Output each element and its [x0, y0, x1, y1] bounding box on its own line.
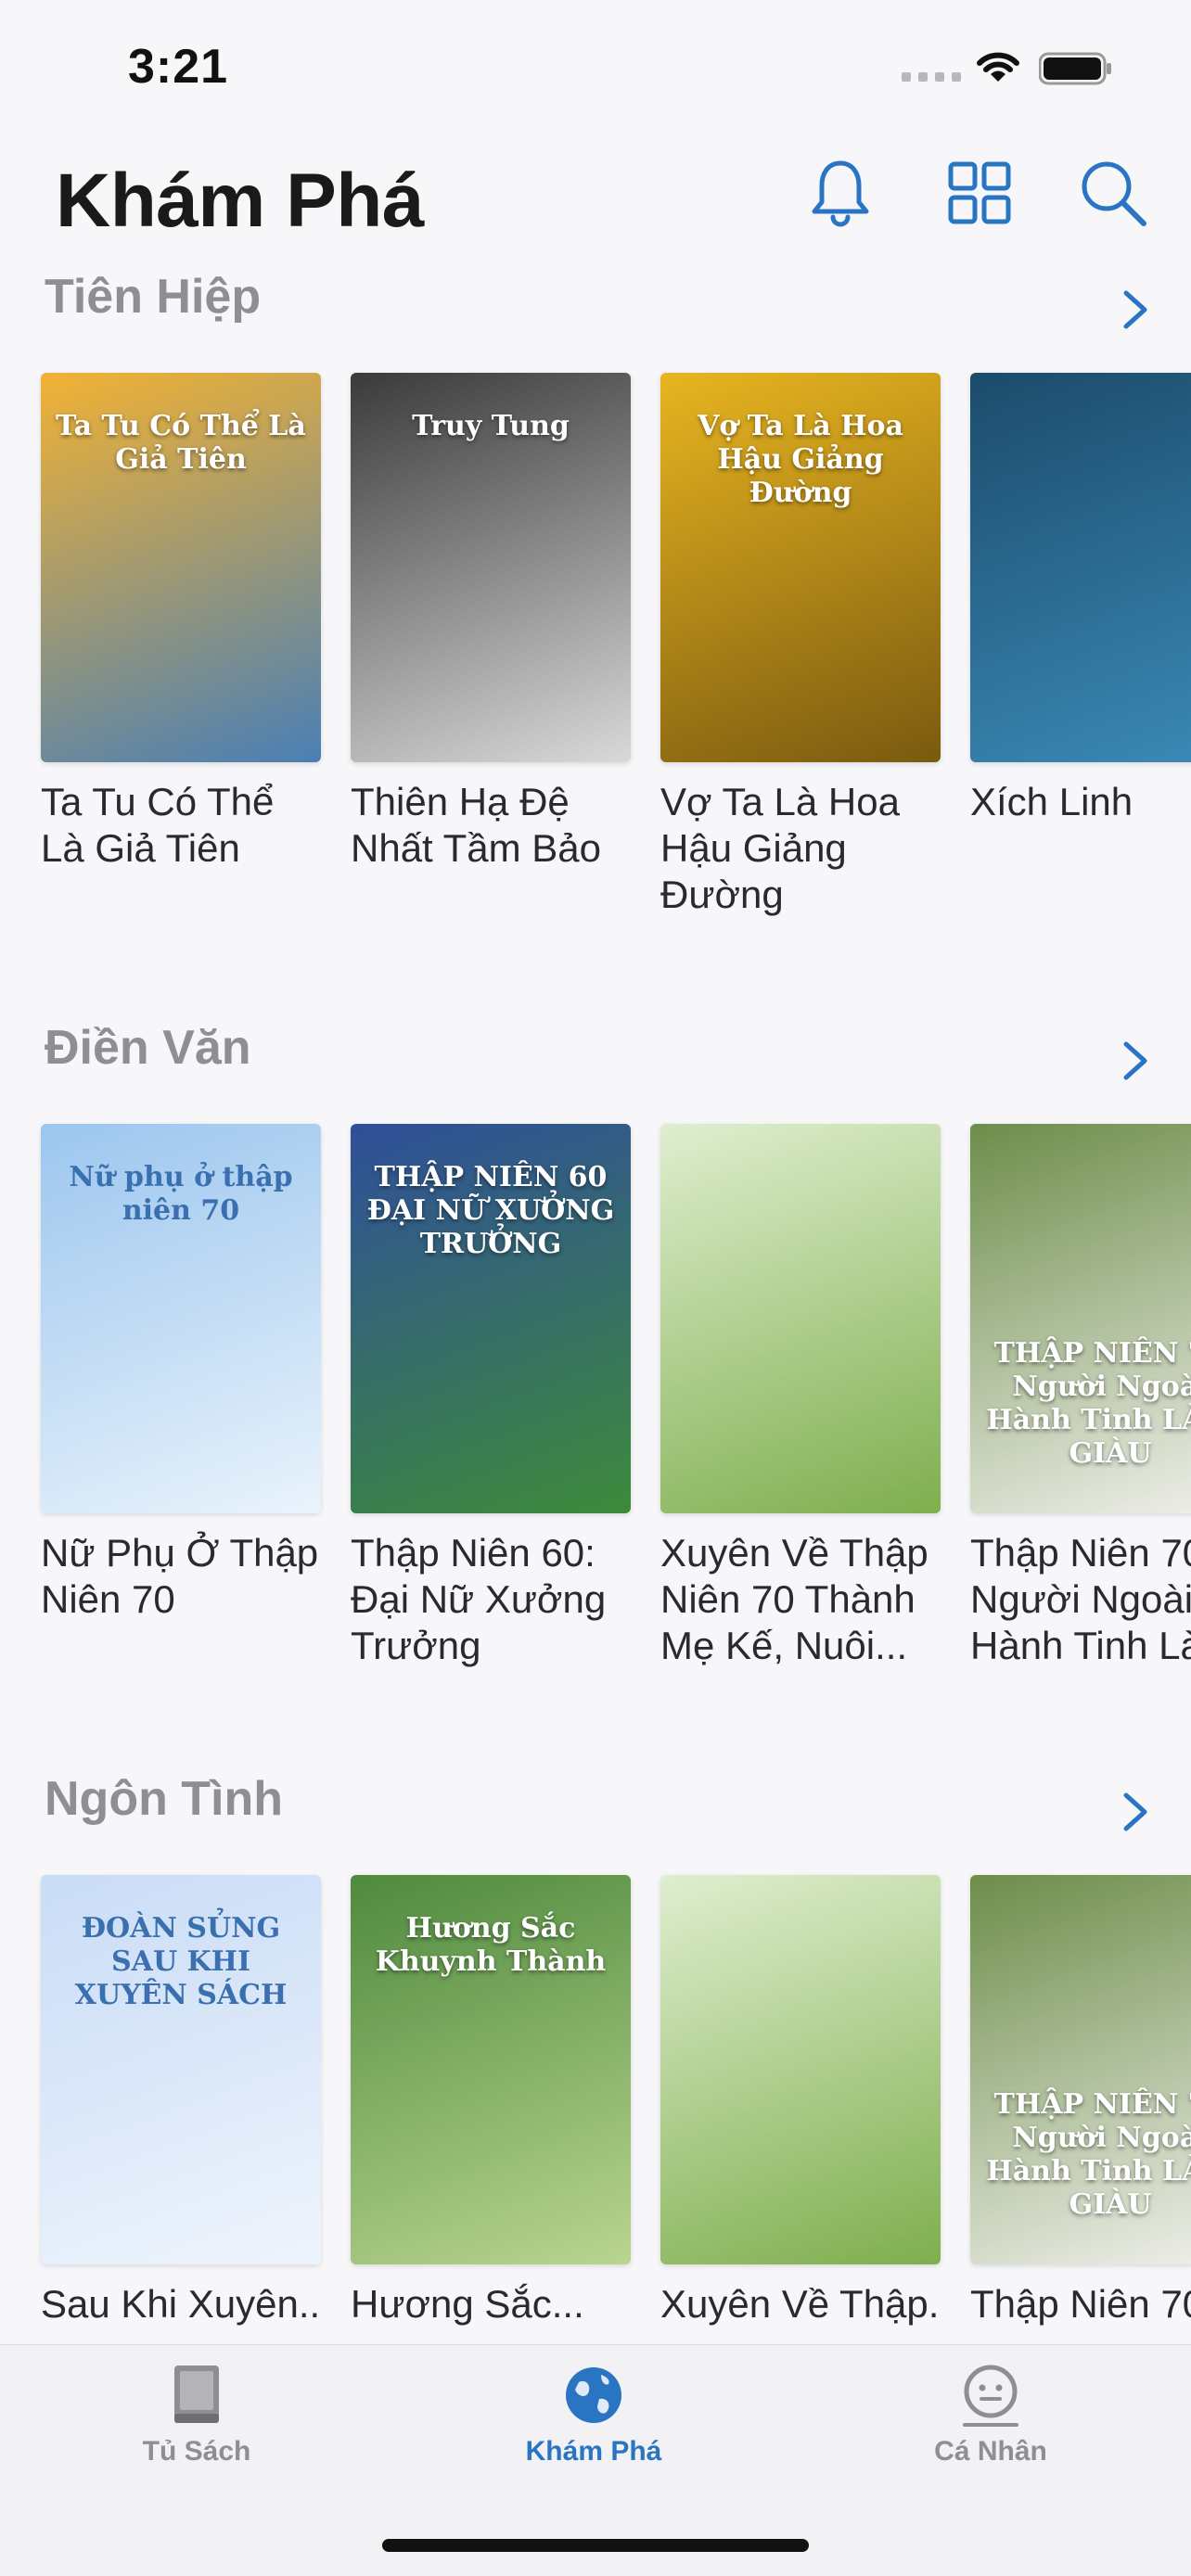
cover-title-text: THẬP NIÊN 60 ĐẠI NỮ XƯỞNG TRƯỞNG: [366, 1161, 615, 1260]
book-icon: [174, 2366, 219, 2423]
book-title[interactable]: Xuyên Về Thập...: [660, 2281, 941, 2327]
cover-title-text: ĐOÀN SỦNG SAU KHI XUYÊN SÁCH: [74, 1912, 288, 2011]
cover-title-text: Ta Tu Có Thể Là Giả Tiên: [56, 410, 306, 476]
wifi-icon: [977, 52, 1019, 82]
cover-title-text: Nữ phụ ở thập niên 70: [69, 1161, 293, 1227]
chevron-right-icon[interactable]: [1117, 1037, 1154, 1085]
book-card[interactable]: Xuyên Về Thập...: [660, 1875, 941, 2327]
battery-icon: [1039, 52, 1111, 85]
book-cover[interactable]: ĐOÀN SỦNG SAU KHI XUYÊN SÁCH: [41, 1875, 321, 2264]
book-title[interactable]: Thiên Hạ Đệ Nhất Tầm Bảo: [351, 779, 631, 872]
book-title[interactable]: Thập Niên 60: Đại Nữ Xưởng Trưởng: [351, 1530, 631, 1669]
bell-icon[interactable]: [805, 158, 876, 228]
section-2: Ngôn Tình ĐOÀN SỦNG SAU KHI XUYÊN SÁCH Sau…: [0, 1771, 1191, 2346]
grid-icon[interactable]: [944, 158, 1015, 228]
signal-icon: [902, 72, 961, 82]
book-cover[interactable]: THẬP NIÊN 70 Người Ngoài Hành Tinh LÀM G…: [970, 1875, 1191, 2264]
book-card[interactable]: Ta Tu Có Thể Là Giả Tiên Ta Tu Có Thể Là …: [41, 373, 321, 918]
book-cover[interactable]: Vợ Ta Là Hoa Hậu Giảng Đường: [660, 373, 941, 762]
section-title[interactable]: Điền Văn: [45, 1020, 251, 1076]
page-title: Khám Phá: [56, 159, 425, 243]
book-cover[interactable]: [660, 1124, 941, 1513]
book-title[interactable]: Xích Linh: [970, 779, 1191, 825]
book-cover[interactable]: Ta Tu Có Thể Là Giả Tiên: [41, 373, 321, 762]
section-0: Tiên Hiệp Ta Tu Có Thể Là Giả Tiên Ta Tu C…: [0, 269, 1191, 974]
cover-title-text: THẬP NIÊN 70 Người Ngoài Hành Tinh LÀM G…: [986, 1337, 1191, 1470]
book-title[interactable]: Thập Niên 70...: [970, 2281, 1191, 2327]
book-cover[interactable]: Hương Sắc Khuynh Thành: [351, 1875, 631, 2264]
book-title[interactable]: Ta Tu Có Thể Là Giả Tiên: [41, 779, 321, 872]
book-row: Ta Tu Có Thể Là Giả Tiên Ta Tu Có Thể Là …: [41, 373, 1191, 918]
book-title[interactable]: Hương Sắc...: [351, 2281, 631, 2327]
tab-tu-sach[interactable]: Tủ Sách: [85, 2362, 308, 2468]
tab-label: Tủ Sách: [142, 2436, 251, 2467]
book-card[interactable]: Truy Tung Thiên Hạ Đệ Nhất Tầm Bảo: [351, 373, 631, 918]
book-row: Nữ phụ ở thập niên 70 Nữ Phụ Ở Thập Niên …: [41, 1124, 1191, 1669]
profile-icon: [963, 2365, 1018, 2427]
book-card[interactable]: THẬP NIÊN 70 Người Ngoài Hành Tinh LÀM G…: [970, 1124, 1191, 1669]
search-icon[interactable]: [1078, 158, 1148, 228]
book-cover[interactable]: Nữ phụ ở thập niên 70: [41, 1124, 321, 1513]
home-indicator: [382, 2539, 809, 2552]
book-cover[interactable]: [660, 1875, 941, 2264]
section-title[interactable]: Tiên Hiệp: [45, 269, 261, 325]
tab-label: Cá Nhân: [934, 2436, 1047, 2467]
book-card[interactable]: THẬP NIÊN 70 Người Ngoài Hành Tinh LÀM G…: [970, 1875, 1191, 2327]
section-title[interactable]: Ngôn Tình: [45, 1771, 283, 1827]
cover-title-text: THẬP NIÊN 70 Người Ngoài Hành Tinh LÀM G…: [986, 2088, 1191, 2221]
book-cover[interactable]: THẬP NIÊN 60 ĐẠI NỮ XƯỞNG TRƯỞNG: [351, 1124, 631, 1513]
status-bar: 3:21: [0, 0, 1191, 139]
chevron-right-icon[interactable]: [1117, 286, 1154, 334]
book-card[interactable]: Xích Linh: [970, 373, 1191, 918]
book-title[interactable]: Sau Khi Xuyên...: [41, 2281, 321, 2327]
tab-kham-pha[interactable]: Khám Phá: [482, 2362, 705, 2468]
book-row: ĐOÀN SỦNG SAU KHI XUYÊN SÁCH Sau Khi Xuyê…: [41, 1875, 1191, 2327]
book-title[interactable]: Thập Niên 70: Người Ngoài Hành Tinh Là..…: [970, 1530, 1191, 1669]
book-title[interactable]: Vợ Ta Là Hoa Hậu Giảng Đường: [660, 779, 941, 918]
tab-ca-nhan[interactable]: Cá Nhân: [879, 2362, 1102, 2468]
status-time: 3:21: [128, 40, 229, 94]
book-card[interactable]: ĐOÀN SỦNG SAU KHI XUYÊN SÁCH Sau Khi Xuyê…: [41, 1875, 321, 2327]
cover-title-text: Truy Tung: [412, 410, 570, 442]
tab-label: Khám Phá: [525, 2436, 662, 2467]
book-cover[interactable]: Truy Tung: [351, 373, 631, 762]
book-card[interactable]: Nữ phụ ở thập niên 70 Nữ Phụ Ở Thập Niên …: [41, 1124, 321, 1669]
book-cover[interactable]: [970, 373, 1191, 762]
cover-title-text: Hương Sắc Khuynh Thành: [375, 1912, 607, 1978]
globe-icon: [566, 2367, 621, 2423]
book-card[interactable]: Xuyên Về Thập Niên 70 Thành Mẹ Kế, Nuôi.…: [660, 1124, 941, 1669]
book-card[interactable]: Vợ Ta Là Hoa Hậu Giảng Đường Vợ Ta Là Hoa…: [660, 373, 941, 918]
book-title[interactable]: Nữ Phụ Ở Thập Niên 70: [41, 1530, 321, 1623]
cover-title-text: Vợ Ta Là Hoa Hậu Giảng Đường: [698, 410, 903, 509]
chevron-right-icon[interactable]: [1117, 1788, 1154, 1836]
book-cover[interactable]: THẬP NIÊN 70 Người Ngoài Hành Tinh LÀM G…: [970, 1124, 1191, 1513]
book-title[interactable]: Xuyên Về Thập Niên 70 Thành Mẹ Kế, Nuôi.…: [660, 1530, 941, 1669]
book-card[interactable]: THẬP NIÊN 60 ĐẠI NỮ XƯỞNG TRƯỞNG Thập Niê…: [351, 1124, 631, 1669]
book-card[interactable]: Hương Sắc Khuynh Thành Hương Sắc...: [351, 1875, 631, 2327]
section-1: Điền Văn Nữ phụ ở thập niên 70 Nữ Phụ Ở Th…: [0, 1020, 1191, 1725]
